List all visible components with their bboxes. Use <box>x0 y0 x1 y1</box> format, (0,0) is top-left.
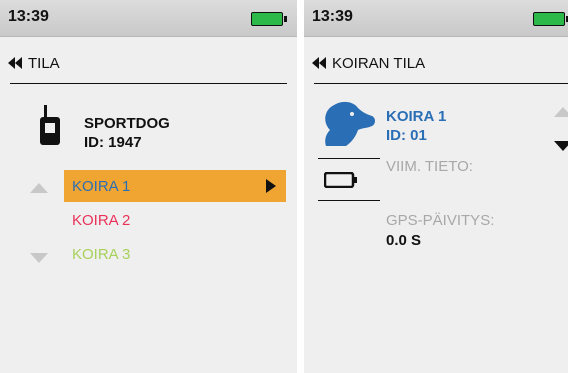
dog-item-label: KOIRA 1 <box>72 177 131 195</box>
header-divider <box>10 83 287 84</box>
device-id: ID: 1947 <box>84 134 142 151</box>
back-button[interactable]: TILA <box>8 50 297 76</box>
battery-full-icon <box>533 12 568 26</box>
device-name: SPORTDOG <box>84 115 170 132</box>
triangle-down-icon[interactable] <box>30 250 48 268</box>
double-chevron-left-icon <box>312 57 326 69</box>
status-bar: 13:39 <box>304 0 568 37</box>
back-button[interactable]: KOIRAN TILA <box>312 50 568 76</box>
battery-full-icon <box>251 12 287 26</box>
header-divider <box>314 83 568 84</box>
divider <box>318 200 380 201</box>
page-title: KOIRAN TILA <box>332 54 426 72</box>
gps-update-label: GPS-PÄIVITYS: <box>386 212 495 229</box>
page-title: TILA <box>28 54 60 72</box>
battery-empty-icon <box>323 171 358 193</box>
clock: 13:39 <box>312 8 353 25</box>
divider <box>318 158 380 159</box>
dog-head-icon <box>322 100 376 151</box>
dog-list-item-2[interactable]: KOIRA 2 <box>64 204 286 236</box>
triangle-right-icon <box>266 179 276 197</box>
dog-status-screen: 13:39 KOIRAN TILA KOIRA 1 ID: 01 VIIM. T… <box>304 0 568 373</box>
dog-list-item-1[interactable]: KOIRA 1 <box>64 170 286 202</box>
dog-list-screen: 13:39 TILA SPORTDOG ID: 1947 KOIRA 1 KOI… <box>0 0 297 373</box>
last-info-label: VIIM. TIETO: <box>386 158 473 175</box>
triangle-down-icon[interactable] <box>554 138 568 156</box>
dog-list-item-3[interactable]: KOIRA 3 <box>64 238 286 270</box>
dog-item-label: KOIRA 2 <box>72 211 131 229</box>
dog-name: KOIRA 1 <box>386 108 447 125</box>
triangle-up-icon[interactable] <box>554 104 568 122</box>
double-chevron-left-icon <box>8 57 22 69</box>
triangle-up-icon[interactable] <box>30 180 48 198</box>
gps-update-value: 0.0 S <box>386 232 422 249</box>
clock: 13:39 <box>8 8 49 25</box>
handheld-device-icon <box>38 105 62 152</box>
dog-id: ID: 01 <box>386 127 427 144</box>
dog-item-label: KOIRA 3 <box>72 245 131 263</box>
status-bar: 13:39 <box>0 0 297 37</box>
